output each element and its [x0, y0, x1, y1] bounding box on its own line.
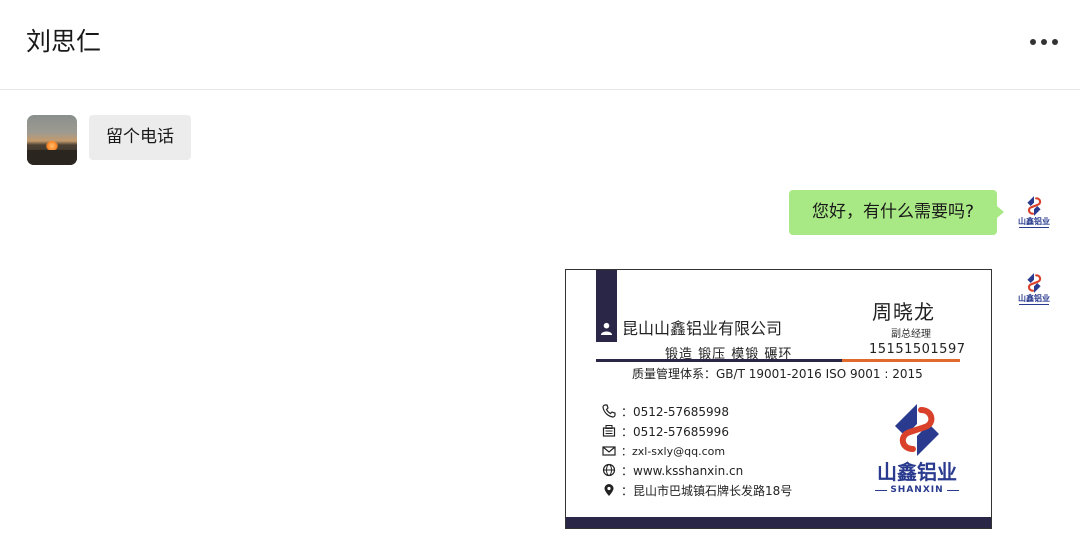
self-avatar[interactable]: 山鑫铝业 [1014, 192, 1054, 232]
website-row: ：www.ksshanxin.cn [602, 462, 743, 478]
logo-subtext: SHANXIN [869, 485, 965, 495]
card-bottom-bar [566, 517, 991, 528]
shanxin-logo-icon [1027, 273, 1042, 293]
email-icon [602, 446, 616, 456]
sunset-shore [27, 150, 77, 165]
divider [946, 489, 959, 491]
self-avatar[interactable]: 山鑫铝业 [1014, 269, 1054, 309]
shanxin-logo-icon [895, 404, 939, 456]
globe-icon [602, 463, 616, 477]
email-row: ：zxl-sxly@qq.com [602, 443, 725, 459]
phone-row: ：0512-57685998 [602, 403, 729, 419]
self-avatar-text: 山鑫铝业 [1018, 217, 1050, 226]
fax-icon [602, 425, 616, 437]
divider [875, 489, 888, 491]
self-avatar-text: 山鑫铝业 [1018, 294, 1050, 303]
phone-text: ：0512-57685998 [621, 404, 729, 419]
contact-avatar[interactable] [27, 115, 77, 165]
person-title: 副总经理 [891, 329, 931, 340]
card-rule-orange [842, 359, 960, 362]
phone-icon [602, 404, 616, 418]
company-logo: 山鑫铝业 SHANXIN [869, 402, 965, 495]
email-text: ：zxl-sxly@qq.com [621, 445, 726, 458]
person-icon [600, 322, 613, 335]
more-options-icon[interactable] [1030, 32, 1058, 52]
fax-text: ：0512-57685996 [621, 424, 729, 439]
logo-sub-label: SHANXIN [890, 485, 944, 495]
divider [1019, 304, 1049, 306]
company-name: 昆山山鑫铝业有限公司 [622, 319, 783, 338]
address-row: ：昆山市巴城镇石牌长发路18号 [602, 482, 792, 498]
location-pin-icon [604, 484, 614, 496]
incoming-message-bubble[interactable]: 留个电话 [89, 115, 191, 160]
fax-row: ：0512-57685996 [602, 423, 729, 439]
logo-text: 山鑫铝业 [877, 460, 957, 484]
outgoing-message-bubble[interactable]: 您好，有什么需要吗? [789, 190, 1004, 235]
chat-header: 刘思仁 [0, 0, 1080, 90]
chat-title: 刘思仁 [26, 27, 102, 56]
quality-certification: 质量管理体系：GB/T 19001-2016 ISO 9001 : 2015 [632, 367, 923, 381]
dot [1052, 39, 1058, 45]
divider [1019, 227, 1049, 229]
business-card-image[interactable]: 昆山山鑫铝业有限公司 锻造 锻压 模锻 碾环 周晓龙 副总经理 15151501… [565, 269, 992, 529]
mobile-number: 15151501597 [869, 342, 966, 357]
website-text: ：www.ksshanxin.cn [621, 463, 744, 478]
shanxin-logo-icon [1027, 196, 1042, 216]
dot [1030, 39, 1036, 45]
person-name: 周晓龙 [872, 300, 935, 324]
address-text: ：昆山市巴城镇石牌长发路18号 [621, 483, 793, 498]
dot [1041, 39, 1047, 45]
card-rule-dark [596, 359, 842, 362]
